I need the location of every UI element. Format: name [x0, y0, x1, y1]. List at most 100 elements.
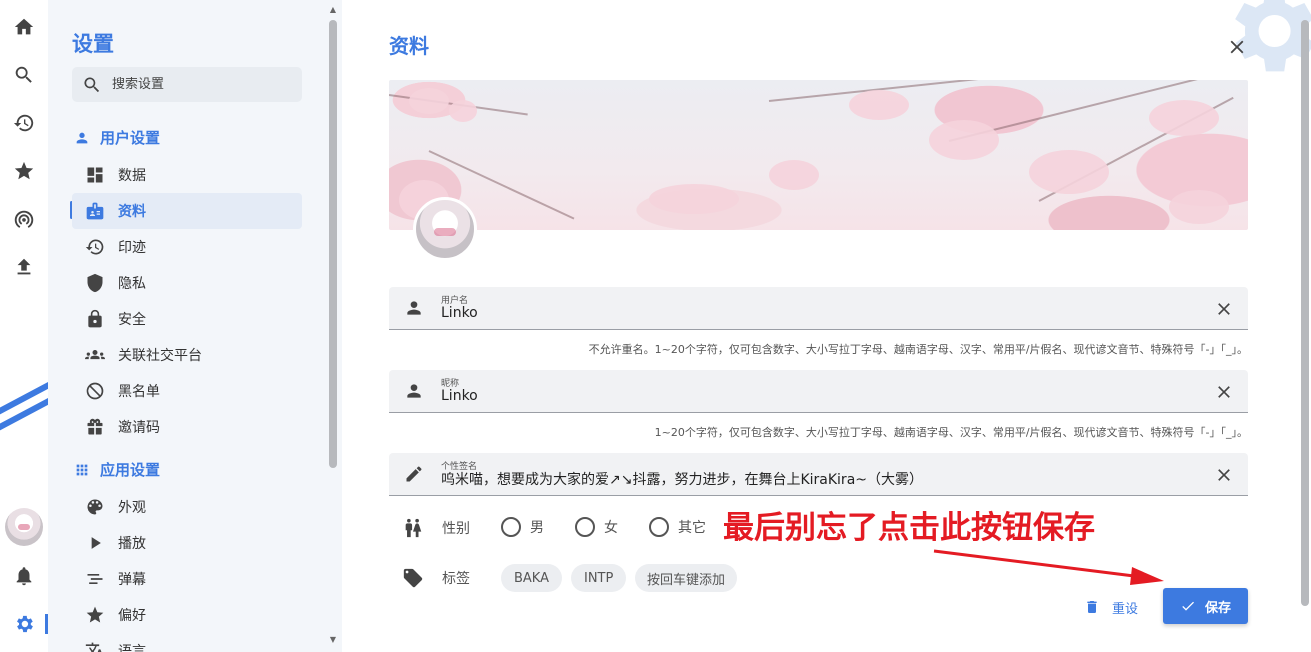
sidebar-item-privacy[interactable]: 隐私	[72, 265, 302, 301]
sidebar-item-appearance[interactable]: 外观	[72, 489, 302, 525]
gender-radio-female[interactable]: 女	[575, 517, 618, 537]
page-title: 资料	[389, 34, 429, 58]
sidebar-item-label: 邀请码	[118, 420, 160, 436]
person-icon	[76, 132, 88, 143]
settings-gear-icon[interactable]	[10, 610, 38, 638]
star-icon	[86, 606, 104, 623]
search-box[interactable]	[72, 67, 302, 102]
nav-rail	[0, 0, 48, 652]
sidebar-item-label: 偏好	[118, 608, 146, 624]
trash-icon	[1087, 601, 1097, 613]
history-icon[interactable]	[10, 109, 38, 137]
sidebar-scrollbar[interactable]	[329, 20, 337, 468]
user-avatar[interactable]	[5, 508, 43, 546]
upload-icon[interactable]	[10, 253, 38, 281]
tag-icon	[403, 568, 423, 588]
clear-icon[interactable]	[1214, 299, 1234, 319]
sidebar-item-security[interactable]: 安全	[72, 301, 302, 337]
nickname-hint: 1~20个字符，仅可包含数字、大小写拉丁字母、越南语字母、汉字、常用平/片假名、…	[654, 426, 1248, 439]
sidebar-item-data[interactable]: 数据	[72, 157, 302, 193]
save-button[interactable]: 保存	[1163, 588, 1248, 624]
sidebar-item-language[interactable]: 语言	[72, 633, 302, 652]
sidebar-item-label: 关联社交平台	[118, 348, 202, 364]
block-icon	[86, 382, 104, 400]
reset-label: 重设	[1112, 601, 1139, 617]
sidebar-item-label: 播放	[118, 536, 146, 552]
nickname-input[interactable]	[441, 388, 1201, 404]
scroll-up-arrow[interactable]: ▲	[329, 6, 337, 14]
lock-icon	[88, 309, 102, 328]
gender-radio-male[interactable]: 男	[501, 517, 544, 537]
settings-sidebar: 设置 用户设置 数据 资料 印迹 隐私 安全	[48, 0, 342, 652]
signature-field[interactable]: 个性签名	[389, 453, 1248, 496]
broadcast-icon[interactable]	[10, 205, 38, 233]
person-icon	[404, 298, 424, 318]
sidebar-item-invite-code[interactable]: 邀请码	[72, 409, 302, 445]
nickname-field[interactable]: 昵称	[389, 370, 1248, 413]
tag-chip[interactable]: INTP	[571, 564, 627, 592]
star-icon[interactable]	[10, 157, 38, 185]
check-icon	[1182, 601, 1194, 611]
radio-label: 男	[530, 520, 544, 536]
profile-avatar[interactable]	[413, 197, 477, 261]
id-badge-icon	[86, 202, 104, 220]
gender-radio-other[interactable]: 其它	[649, 517, 706, 537]
bell-icon[interactable]	[10, 562, 38, 590]
gender-row-label: 性别	[402, 517, 470, 539]
gender-label: 性别	[442, 521, 470, 537]
wc-gender-icon	[405, 518, 422, 538]
sidebar-item-label: 弹幕	[118, 572, 146, 588]
group-label: 用户设置	[100, 129, 161, 147]
close-icon	[1230, 40, 1244, 54]
sidebar-item-label: 外观	[118, 500, 146, 516]
sidebar-item-footprint[interactable]: 印迹	[72, 229, 302, 265]
home-icon[interactable]	[10, 13, 38, 41]
group-label: 应用设置	[100, 461, 161, 479]
profile-banner-image[interactable]	[389, 80, 1248, 230]
sidebar-item-profile[interactable]: 资料	[72, 193, 302, 229]
pencil-icon	[404, 464, 424, 484]
apps-grid-icon	[76, 464, 88, 475]
palette-icon	[87, 499, 103, 515]
username-hint: 不允许重名。1~20个字符，仅可包含数字、大小写拉丁字母、越南语字母、汉字、常用…	[588, 343, 1248, 356]
sidebar-item-danmaku[interactable]: 弹幕	[72, 561, 302, 597]
sidebar-item-label: 安全	[118, 312, 146, 328]
search-input[interactable]	[112, 77, 292, 92]
shield-icon	[87, 273, 103, 293]
sidebar-item-playback[interactable]: 播放	[72, 525, 302, 561]
clear-icon[interactable]	[1214, 382, 1234, 402]
tag-chip[interactable]: BAKA	[501, 564, 563, 592]
sidebar-item-social-platforms[interactable]: 关联社交平台	[72, 337, 302, 373]
app-window: 设置 用户设置 数据 资料 印迹 隐私 安全	[0, 0, 1311, 652]
annotation-arrow	[933, 549, 1164, 585]
sidebar-item-label: 数据	[118, 168, 146, 184]
group-user-settings: 用户设置	[74, 127, 160, 148]
clear-icon[interactable]	[1214, 465, 1234, 485]
annotation-text: 最后别忘了点击此按钮保存	[723, 510, 1095, 546]
username-field[interactable]: 用户名	[389, 287, 1248, 330]
main-scrollbar[interactable]	[1301, 20, 1309, 606]
close-button[interactable]	[1226, 36, 1248, 58]
radio-circle	[649, 517, 669, 537]
sidebar-item-blocklist[interactable]: 黑名单	[72, 373, 302, 409]
reset-button[interactable]: 重设	[1084, 594, 1138, 620]
sidebar-item-label: 资料	[118, 204, 146, 220]
sidebar-item-label: 语言	[118, 644, 146, 652]
sidebar-item-label: 黑名单	[118, 384, 160, 400]
tags-label: 标签	[442, 571, 470, 587]
gift-icon	[87, 418, 103, 435]
save-label: 保存	[1204, 600, 1231, 616]
search-icon[interactable]	[10, 61, 38, 89]
radio-label: 女	[604, 520, 618, 536]
sidebar-item-preferences[interactable]: 偏好	[72, 597, 302, 633]
search-icon	[84, 77, 100, 92]
radio-circle	[575, 517, 595, 537]
profile-panel: 资料 用户名 Linko 不允许重名。1~20个字符，仅可包含数字、大小写拉丁字…	[342, 0, 1311, 652]
scroll-down-arrow[interactable]: ▼	[329, 636, 337, 644]
person-icon	[404, 381, 424, 401]
username-input[interactable]	[441, 305, 1201, 321]
play-icon	[91, 537, 101, 549]
radio-label: 其它	[678, 520, 706, 536]
tag-add-input[interactable]: 按回车键添加	[635, 564, 738, 592]
signature-input[interactable]	[441, 471, 1201, 487]
